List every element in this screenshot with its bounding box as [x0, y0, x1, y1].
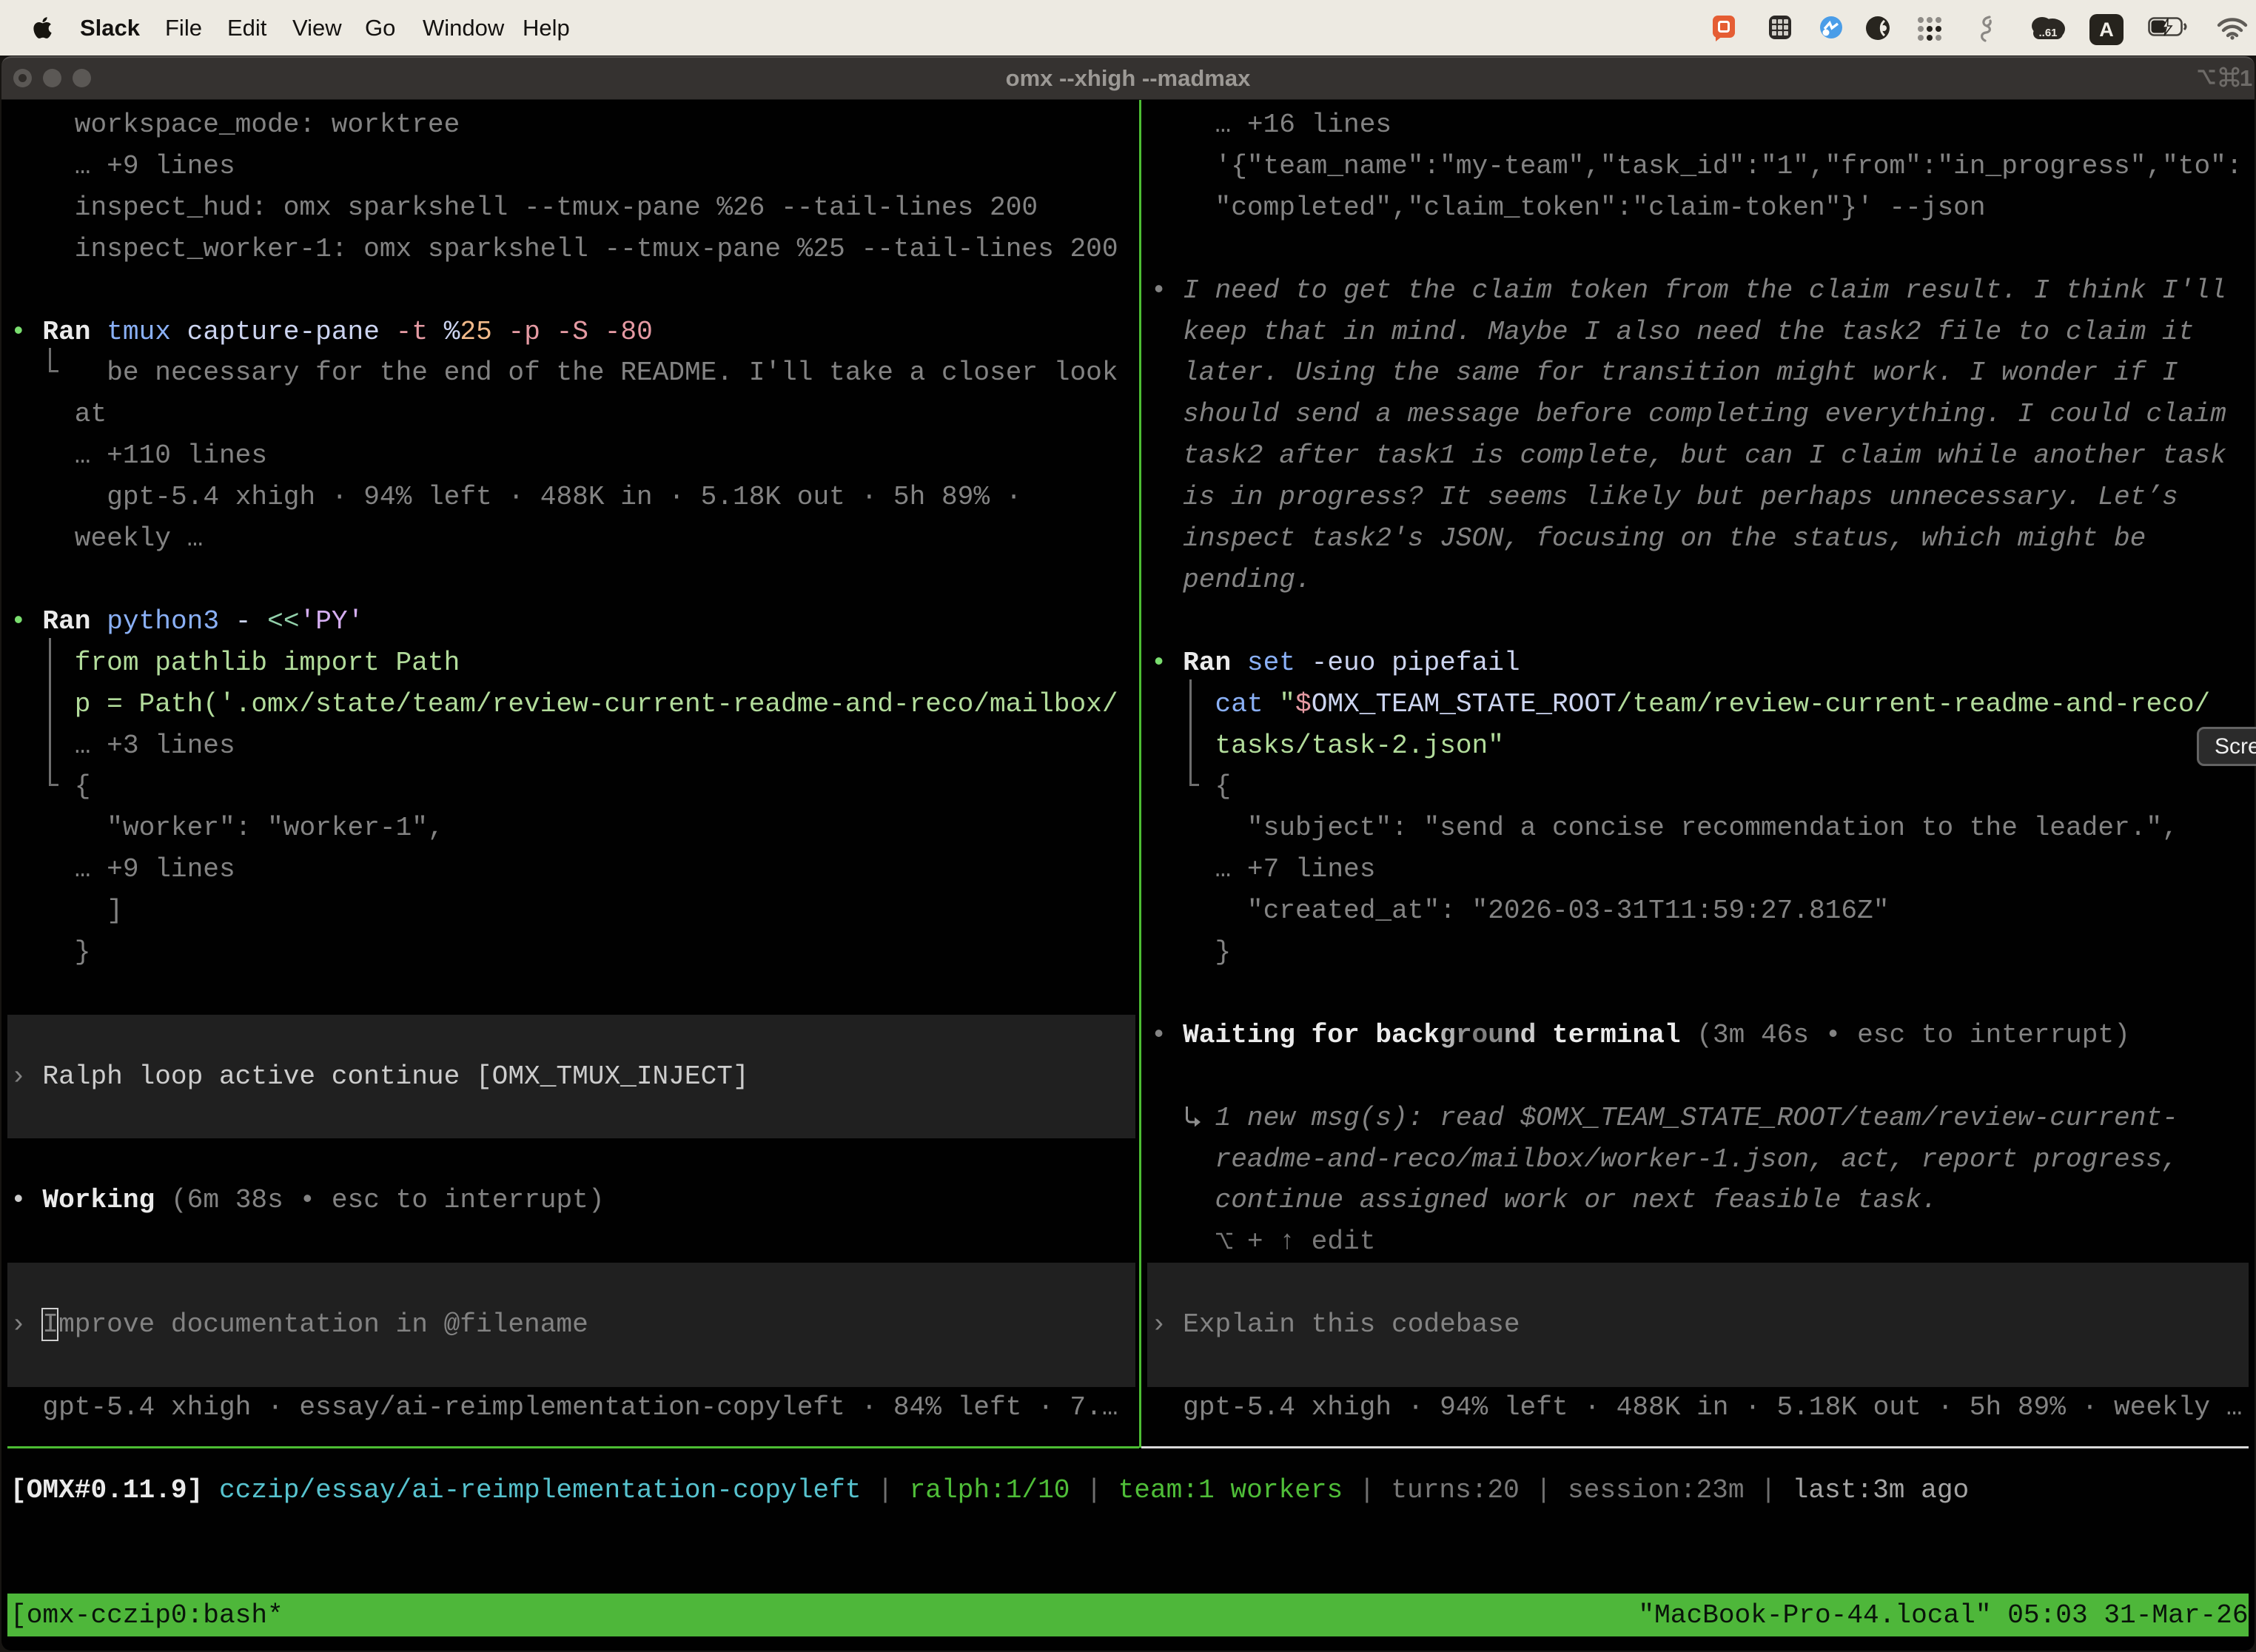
svg-text:..61: ..61 — [2038, 27, 2057, 39]
